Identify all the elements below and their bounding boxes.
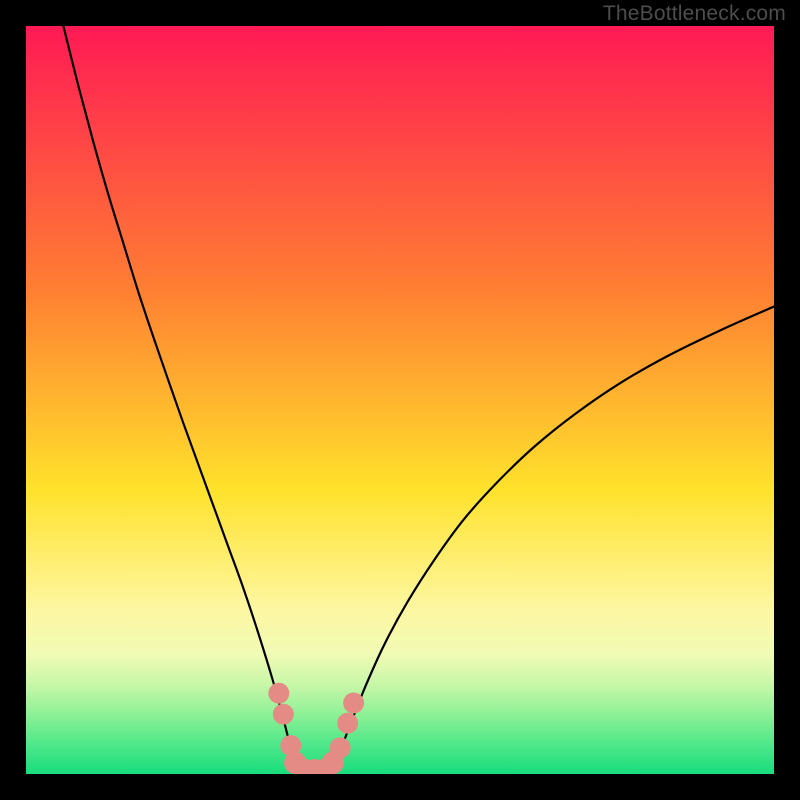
chart-plot-area xyxy=(26,26,774,774)
data-marker xyxy=(330,737,351,758)
gradient-background xyxy=(26,26,774,774)
data-marker xyxy=(343,692,364,713)
data-marker xyxy=(273,704,294,725)
outer-frame: TheBottleneck.com xyxy=(0,0,800,800)
data-marker xyxy=(337,713,358,734)
chart-svg xyxy=(26,26,774,774)
watermark-text: TheBottleneck.com xyxy=(603,2,786,26)
data-marker xyxy=(268,683,289,704)
